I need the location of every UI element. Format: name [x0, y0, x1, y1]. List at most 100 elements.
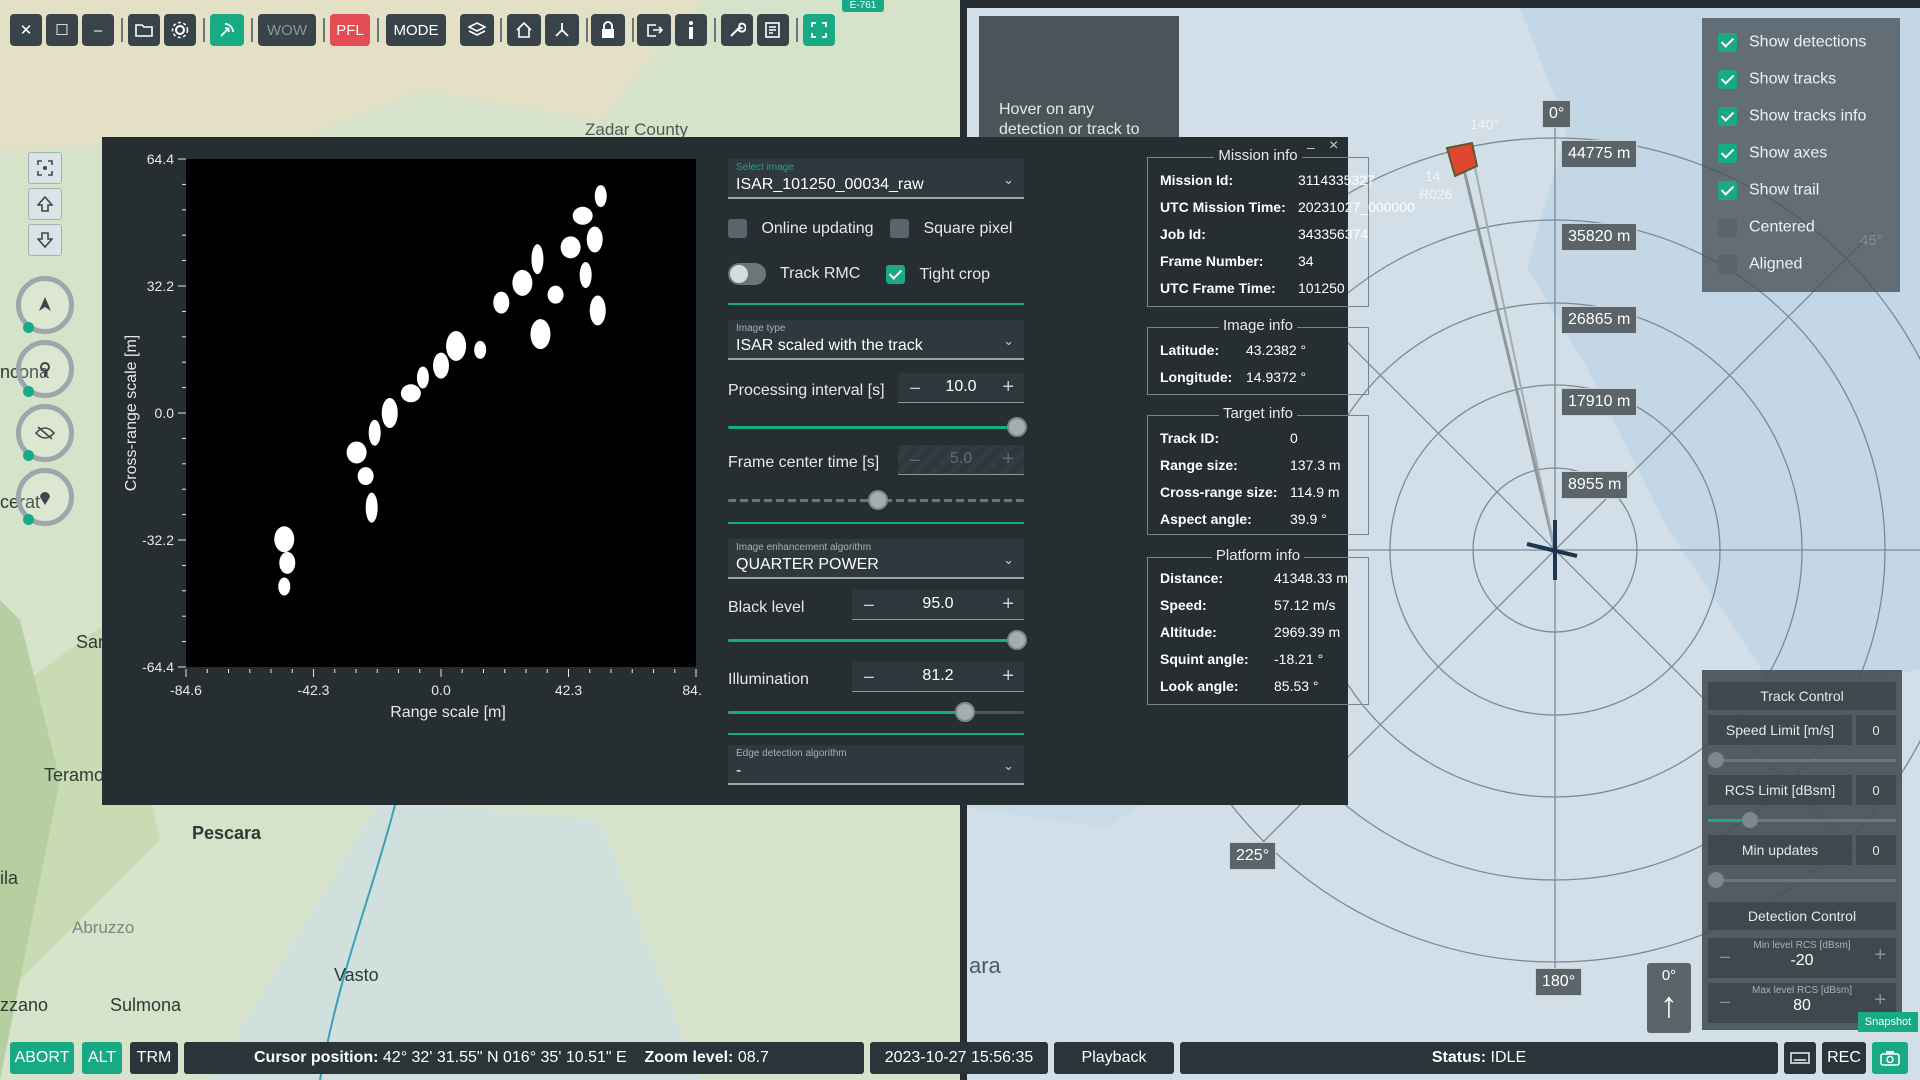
home-icon[interactable]	[507, 14, 541, 46]
mode-button[interactable]: MODE	[386, 14, 446, 46]
online-updating-checkbox[interactable]: Online updating	[728, 219, 874, 238]
increment-icon[interactable]: +	[1002, 665, 1014, 688]
cursor-value: 42° 32' 31.55" N 016° 35' 10.51" E	[382, 1049, 627, 1066]
hover-text: Hover on any	[999, 101, 1095, 118]
increment-icon[interactable]: +	[1002, 376, 1014, 399]
option-show-tracks[interactable]: Show tracks	[1718, 70, 1836, 89]
increment-icon[interactable]: +	[1874, 944, 1886, 967]
y-tick-label: -64.4	[142, 659, 174, 675]
edge-detection-dropdown[interactable]: Edge detection algorithm - ⌄	[728, 745, 1024, 785]
speed-limit-slider[interactable]	[1708, 759, 1896, 762]
info-row: Cross-range size: 114.9 m	[1160, 484, 1340, 500]
illumination-stepper[interactable]: – 81.2 +	[852, 662, 1024, 692]
wrench-icon[interactable]	[721, 14, 753, 46]
route-icon[interactable]	[545, 14, 579, 46]
checkbox[interactable]	[1718, 144, 1737, 163]
option-show-trail[interactable]: Show trail	[1718, 181, 1819, 200]
map-badge: E-761	[842, 0, 884, 12]
speed-limit-value[interactable]: 0	[1856, 715, 1896, 745]
black-level-stepper[interactable]: – 95.0 +	[852, 590, 1024, 620]
checkbox[interactable]	[1718, 107, 1737, 126]
checkbox[interactable]	[1718, 181, 1737, 200]
slider-handle[interactable]	[1007, 630, 1027, 650]
zoom-extent-icon[interactable]	[28, 152, 62, 184]
waypoint-up-icon[interactable]	[28, 188, 62, 220]
track-rmc-toggle[interactable]	[728, 263, 766, 285]
maximize-button[interactable]: ☐	[46, 14, 78, 46]
checkbox[interactable]	[728, 219, 747, 238]
frame-center-stepper[interactable]: – 5.0 +	[898, 445, 1024, 475]
black-level-slider[interactable]	[728, 639, 1024, 642]
illumination-slider[interactable]	[728, 711, 1024, 714]
checkbox[interactable]	[1718, 255, 1737, 274]
slider-handle[interactable]	[1708, 872, 1724, 888]
slider-handle[interactable]	[955, 702, 975, 722]
abort-button[interactable]: ABORT	[10, 1042, 74, 1074]
detection-control-header[interactable]: Detection Control	[1708, 902, 1896, 930]
rcs-limit-value[interactable]: 0	[1856, 775, 1896, 805]
option-show-detections[interactable]: Show detections	[1718, 33, 1866, 52]
checkbox[interactable]	[1718, 70, 1737, 89]
option-aligned[interactable]: Aligned	[1718, 255, 1802, 274]
increment-icon[interactable]: +	[1002, 448, 1014, 471]
slider-handle[interactable]	[1708, 752, 1724, 768]
increment-icon[interactable]: +	[1874, 989, 1886, 1012]
slider-handle[interactable]	[1007, 417, 1027, 437]
layers-icon[interactable]	[460, 14, 494, 46]
keyboard-icon[interactable]	[1784, 1042, 1816, 1074]
checklist-icon[interactable]	[757, 14, 789, 46]
playback-button[interactable]: Playback	[1054, 1042, 1174, 1074]
wow-button[interactable]: WOW	[258, 14, 316, 46]
min-updates-slider[interactable]	[1708, 879, 1896, 882]
alt-button[interactable]: ALT	[82, 1042, 122, 1074]
scatterer-point	[279, 551, 296, 574]
toolbar-separator	[586, 18, 588, 42]
processing-interval-stepper[interactable]: – 10.0 +	[898, 373, 1024, 403]
target-info-title: Target info	[1218, 405, 1298, 422]
satellite-icon[interactable]	[210, 14, 244, 46]
slider-handle[interactable]	[868, 490, 888, 510]
checkbox[interactable]	[1718, 33, 1737, 52]
tight-crop-checkbox[interactable]: Tight crop	[886, 265, 990, 284]
pfl-button[interactable]: PFL	[330, 14, 370, 46]
minimize-button[interactable]: –	[82, 14, 114, 46]
min-rcs-stepper[interactable]: – Min level RCS [dBsm] -20 +	[1708, 938, 1896, 978]
checkbox-label: Square pixel	[923, 219, 1013, 237]
section-divider	[728, 733, 1024, 735]
range-label: 17910 m	[1561, 388, 1638, 416]
gear-icon[interactable]	[164, 14, 196, 46]
min-rcs-value: -20	[1790, 952, 1814, 969]
track-control-header[interactable]: Track Control	[1708, 682, 1896, 710]
rcs-limit-slider[interactable]	[1708, 819, 1896, 822]
min-updates-value[interactable]: 0	[1856, 835, 1896, 865]
north-indicator[interactable]: 0° ↑	[1647, 963, 1691, 1033]
option-show-tracks-info[interactable]: Show tracks info	[1718, 107, 1866, 126]
select-image-dropdown[interactable]: Select image ISAR_101250_00034_raw ⌄	[728, 159, 1024, 199]
camera-icon[interactable]	[1872, 1042, 1908, 1074]
map-label: Pescara	[192, 823, 262, 843]
square-pixel-checkbox[interactable]: Square pixel	[890, 219, 1012, 238]
waypoint-down-icon[interactable]	[28, 224, 62, 256]
close-button[interactable]: ✕	[10, 14, 42, 46]
image-type-dropdown[interactable]: Image type ISAR scaled with the track ⌄	[728, 320, 1024, 360]
rcs-limit-label: RCS Limit [dBsm]	[1708, 775, 1852, 805]
trm-button[interactable]: TRM	[130, 1042, 178, 1074]
rec-button[interactable]: REC	[1822, 1042, 1866, 1074]
datetime-display: 2023-10-27 15:56:35	[870, 1042, 1048, 1074]
export-icon[interactable]	[637, 14, 671, 46]
edge-detection-value: -	[736, 762, 742, 779]
processing-interval-slider[interactable]	[728, 426, 1024, 429]
slider-handle[interactable]	[1742, 812, 1758, 828]
checkbox[interactable]	[1718, 218, 1737, 237]
info-icon[interactable]	[675, 14, 707, 46]
checkbox[interactable]	[890, 219, 909, 238]
lock-icon[interactable]	[591, 14, 625, 46]
toolbar-separator	[632, 18, 634, 42]
fullscreen-icon[interactable]	[803, 14, 835, 46]
increment-icon[interactable]: +	[1002, 593, 1014, 616]
checkbox[interactable]	[886, 265, 905, 284]
option-centered[interactable]: Centered	[1718, 218, 1815, 237]
folder-icon[interactable]	[128, 14, 160, 46]
enhancement-dropdown[interactable]: Image enhancement algorithm QUARTER POWE…	[728, 539, 1024, 579]
option-show-axes[interactable]: Show axes	[1718, 144, 1827, 163]
